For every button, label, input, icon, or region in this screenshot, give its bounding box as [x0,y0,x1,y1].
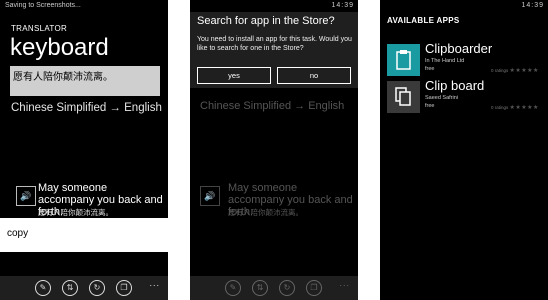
app-bar: ✎ ⇅ ↻ ❐ ... [0,276,168,300]
status-bar: 14:39 [380,0,548,12]
swap-icon: ⇅ [252,280,268,296]
source-input[interactable]: 愿有人陪你颠沛流离。 [10,66,160,96]
language-selector: Chinese Simplified → English [200,100,345,112]
app-rating: 0 ratings ★★★★★ [491,104,539,111]
status-time: 14:39 [331,2,354,9]
swap-icon[interactable]: ⇅ [62,280,78,296]
dialog-message: You need to install an app for this task… [197,36,352,52]
speaker-icon[interactable]: 🔊 [16,186,36,206]
source-text: 愿有人陪你颠沛流离。 [228,208,303,217]
copy-icon: ❐ [306,280,322,296]
rating-count: 0 ratings [491,68,509,73]
yes-button[interactable]: yes [197,67,271,84]
store-dialog: Search for app in the Store? You need to… [190,12,358,88]
rating-stars: ★★★★★ [509,105,539,111]
language-selector[interactable]: Chinese Simplified → English [11,102,162,114]
app-rating: 0 ratings ★★★★★ [491,67,539,74]
app-tile [387,81,420,113]
screen-translator: Saving to Screenshots... TRANSLATOR keyb… [0,0,168,300]
screen-store-dialog: 14:39 Search for app in the Store? You n… [190,0,358,300]
app-name: Clip board [425,78,485,93]
pin-icon[interactable]: ✎ [35,280,51,296]
app-publisher: In The Hand Ltd [425,58,465,64]
more-button[interactable]: ... [149,278,160,288]
pin-icon: ✎ [225,280,241,296]
app-price: free [425,103,435,109]
app-tile [387,44,420,76]
refresh-icon[interactable]: ↻ [89,280,105,296]
rating-stars: ★★★★★ [509,68,539,74]
refresh-icon: ↻ [279,280,295,296]
status-bar: 14:39 [190,0,358,12]
more-button: ... [339,278,350,288]
source-text: 愿有人陪你颠沛流离。 [38,208,113,217]
app-publisher: Saeed Safrini [425,95,459,101]
context-menu-copy[interactable]: copy [0,218,168,252]
status-text: Saving to Screenshots... [5,2,81,9]
app-label: TRANSLATOR [11,24,68,33]
rating-count: 0 ratings [491,105,509,110]
dialog-title: Search for app in the Store? [197,15,335,27]
status-bar: Saving to Screenshots... [0,0,168,12]
no-button[interactable]: no [277,67,351,84]
app-name: Clipboarder [425,41,493,56]
clipboard-icon [396,50,411,70]
status-time: 14:39 [521,2,544,9]
screen-available-apps: 14:39 AVAILABLE APPS Clipboarder In The … [380,0,548,300]
app-price: free [425,66,435,72]
section-header: AVAILABLE APPS [387,16,460,25]
app-item-clip-board[interactable]: Clip board Saeed Safrini free 0 ratings … [387,78,543,115]
app-bar: ✎ ⇅ ↻ ❐ ... [190,276,358,300]
page-title: keyboard [10,34,109,61]
copy-icon [395,87,411,106]
copy-icon[interactable]: ❐ [116,280,132,296]
app-item-clipboarder[interactable]: Clipboarder In The Hand Ltd free 0 ratin… [387,41,543,78]
speaker-icon: 🔊 [200,186,220,206]
